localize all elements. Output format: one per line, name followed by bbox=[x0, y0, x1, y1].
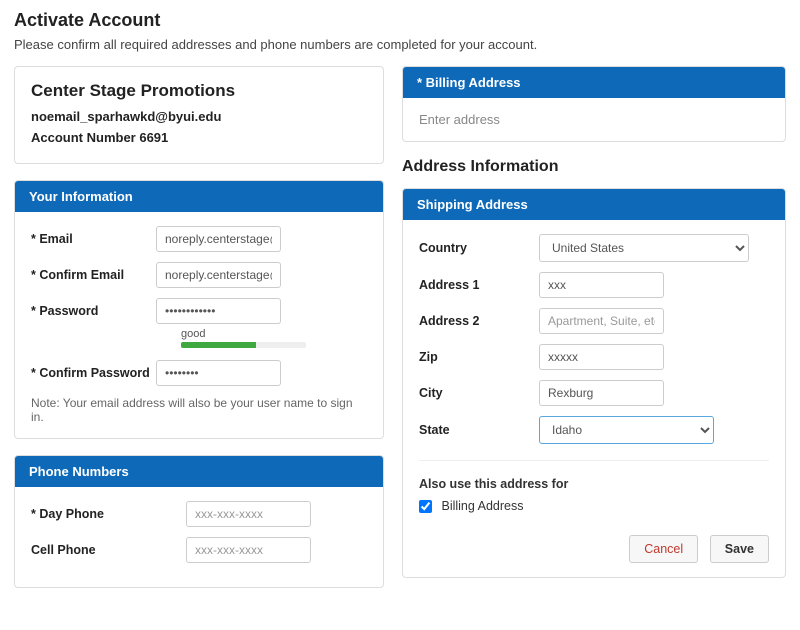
country-select[interactable]: United States bbox=[539, 234, 749, 262]
cell-phone-field[interactable] bbox=[186, 537, 311, 563]
email-label: * Email bbox=[31, 232, 156, 246]
account-number: Account Number 6691 bbox=[31, 128, 367, 149]
confirm-email-field[interactable] bbox=[156, 262, 281, 288]
divider bbox=[419, 460, 769, 461]
cancel-button[interactable]: Cancel bbox=[629, 535, 698, 563]
billing-checkbox[interactable] bbox=[419, 500, 432, 513]
billing-checkbox-label: Billing Address bbox=[441, 499, 523, 513]
password-strength-text: good bbox=[181, 328, 367, 340]
zip-label: Zip bbox=[419, 350, 539, 364]
state-label: State bbox=[419, 423, 539, 437]
address2-label: Address 2 bbox=[419, 314, 539, 328]
account-email: noemail_sparhawkd@byui.edu bbox=[31, 107, 367, 128]
state-select[interactable]: Idaho bbox=[539, 416, 714, 444]
address1-field[interactable] bbox=[539, 272, 664, 298]
also-use-label: Also use this address for bbox=[419, 477, 769, 491]
cell-phone-label: Cell Phone bbox=[31, 543, 186, 557]
day-phone-field[interactable] bbox=[186, 501, 311, 527]
city-label: City bbox=[419, 386, 539, 400]
address-information-title: Address Information bbox=[402, 158, 786, 176]
day-phone-label: * Day Phone bbox=[31, 507, 186, 521]
page-subtitle: Please confirm all required addresses an… bbox=[14, 37, 786, 52]
account-name: Center Stage Promotions bbox=[31, 81, 367, 101]
email-field[interactable] bbox=[156, 226, 281, 252]
address2-field[interactable] bbox=[539, 308, 664, 334]
billing-address-panel[interactable]: * Billing Address Enter address bbox=[402, 66, 786, 142]
country-label: Country bbox=[419, 241, 539, 255]
billing-checkbox-row[interactable]: Billing Address bbox=[419, 499, 523, 513]
password-label: * Password bbox=[31, 304, 156, 318]
billing-address-placeholder: Enter address bbox=[419, 112, 500, 127]
password-strength-bar bbox=[181, 342, 306, 348]
city-field[interactable] bbox=[539, 380, 664, 406]
save-button[interactable]: Save bbox=[710, 535, 769, 563]
password-field[interactable] bbox=[156, 298, 281, 324]
confirm-password-label: * Confirm Password bbox=[31, 366, 156, 380]
shipping-address-header: Shipping Address bbox=[403, 189, 785, 220]
shipping-address-panel: Shipping Address Country United States A… bbox=[402, 188, 786, 578]
address1-label: Address 1 bbox=[419, 278, 539, 292]
confirm-email-label: * Confirm Email bbox=[31, 268, 156, 282]
zip-field[interactable] bbox=[539, 344, 664, 370]
page-title: Activate Account bbox=[14, 10, 786, 31]
billing-address-header: * Billing Address bbox=[403, 67, 785, 98]
account-summary-panel: Center Stage Promotions noemail_sparhawk… bbox=[14, 66, 384, 164]
phone-numbers-panel: Phone Numbers * Day Phone Cell Phone bbox=[14, 455, 384, 588]
email-username-note: Note: Your email address will also be yo… bbox=[31, 396, 367, 424]
your-information-header: Your Information bbox=[15, 181, 383, 212]
confirm-password-field[interactable] bbox=[156, 360, 281, 386]
phone-numbers-header: Phone Numbers bbox=[15, 456, 383, 487]
your-information-panel: Your Information * Email * Confirm Email… bbox=[14, 180, 384, 439]
